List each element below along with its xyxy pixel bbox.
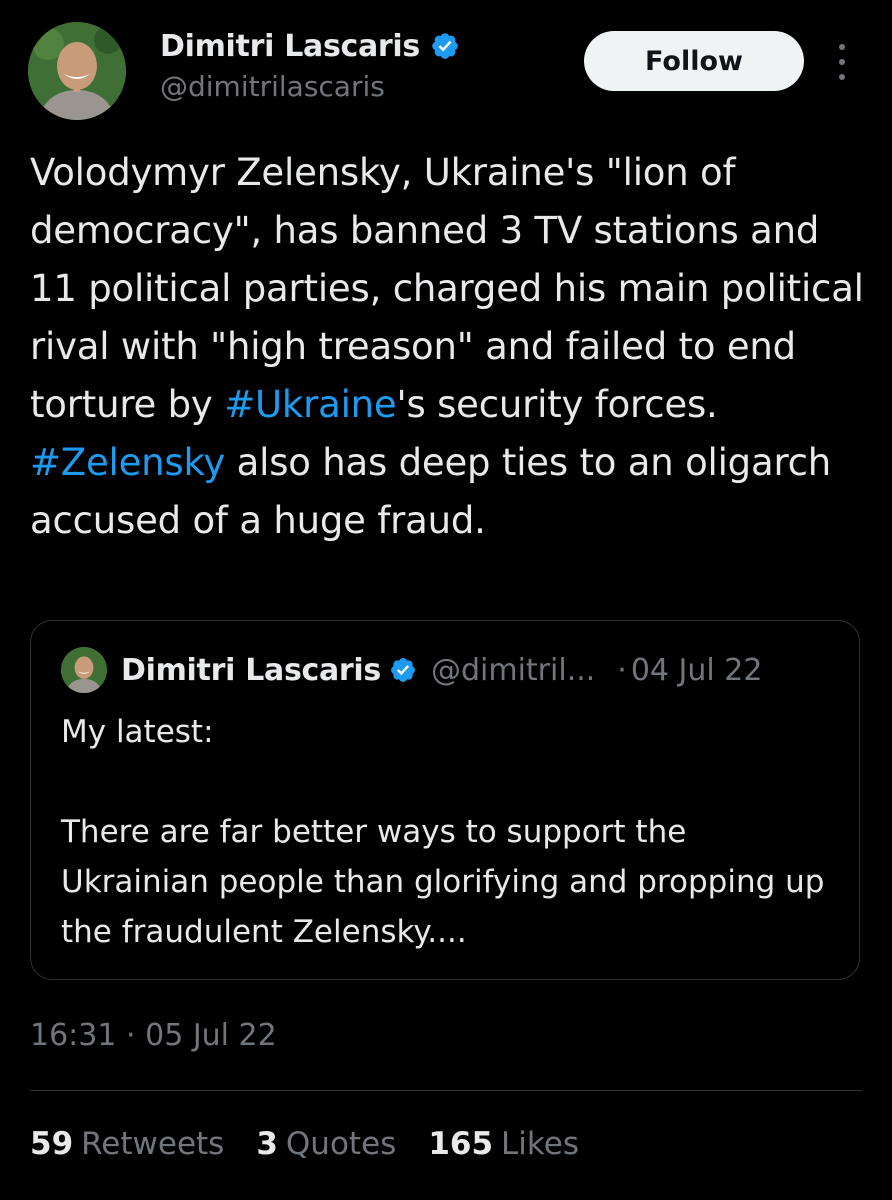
quoted-tweet-text: My latest: There are far better ways to …: [61, 707, 841, 957]
quotes-label: Quotes: [285, 1126, 397, 1162]
timestamp-time: 16:31: [30, 1018, 117, 1053]
hashtag-zelensky-link[interactable]: #Zelensky: [30, 441, 225, 484]
author-handle[interactable]: @dimitrilascaris: [160, 70, 385, 103]
engagement-stats: 59 Retweets 3 Quotes 165 Likes: [30, 1126, 611, 1162]
quoted-author-name: Dimitri Lascaris: [121, 652, 381, 688]
hashtag-ukraine-link[interactable]: #Ukraine: [224, 383, 396, 426]
divider: [30, 1090, 862, 1091]
quoted-separator: ·: [617, 652, 627, 688]
more-options-icon[interactable]: [828, 40, 856, 84]
verified-badge-icon: [432, 33, 458, 59]
tweet-text-segment: 's security forces.: [396, 383, 718, 426]
timestamp-separator: ·: [126, 1018, 136, 1053]
tweet-timestamp[interactable]: 16:31 · 05 Jul 22: [30, 1018, 277, 1053]
tweet-text: Volodymyr Zelensky, Ukraine's "lion of d…: [30, 144, 870, 550]
quotes-stat[interactable]: 3 Quotes: [256, 1126, 396, 1162]
likes-count: 165: [428, 1126, 494, 1162]
quoted-text-line: My latest:: [61, 714, 214, 750]
quoted-author-avatar: [61, 647, 107, 693]
quoted-verified-badge-icon: [391, 658, 415, 682]
retweets-label: Retweets: [81, 1126, 225, 1162]
quoted-author-handle: @dimitril...: [430, 652, 596, 688]
author-name-row: Dimitri Lascaris: [160, 24, 460, 68]
quoted-tweet-card[interactable]: Dimitri Lascaris @dimitril... · 04 Jul 2…: [30, 620, 860, 980]
follow-button[interactable]: Follow: [584, 31, 804, 91]
retweets-stat[interactable]: 59 Retweets: [30, 1126, 224, 1162]
author-display-name[interactable]: Dimitri Lascaris: [160, 29, 420, 64]
retweets-count: 59: [30, 1126, 74, 1162]
quoted-text-line: There are far better ways to support the…: [61, 814, 825, 950]
likes-stat[interactable]: 165 Likes: [428, 1126, 579, 1162]
quoted-tweet-header: Dimitri Lascaris @dimitril... · 04 Jul 2…: [61, 645, 762, 695]
author-avatar[interactable]: [28, 22, 126, 120]
timestamp-date: 05 Jul 22: [145, 1018, 277, 1053]
quotes-count: 3: [256, 1126, 278, 1162]
quoted-text-blank-line: [61, 757, 841, 807]
tweet-header: Dimitri Lascaris @dimitrilascaris Follow: [0, 0, 892, 140]
likes-label: Likes: [501, 1126, 579, 1162]
quoted-tweet-date: 04 Jul 22: [630, 652, 763, 688]
